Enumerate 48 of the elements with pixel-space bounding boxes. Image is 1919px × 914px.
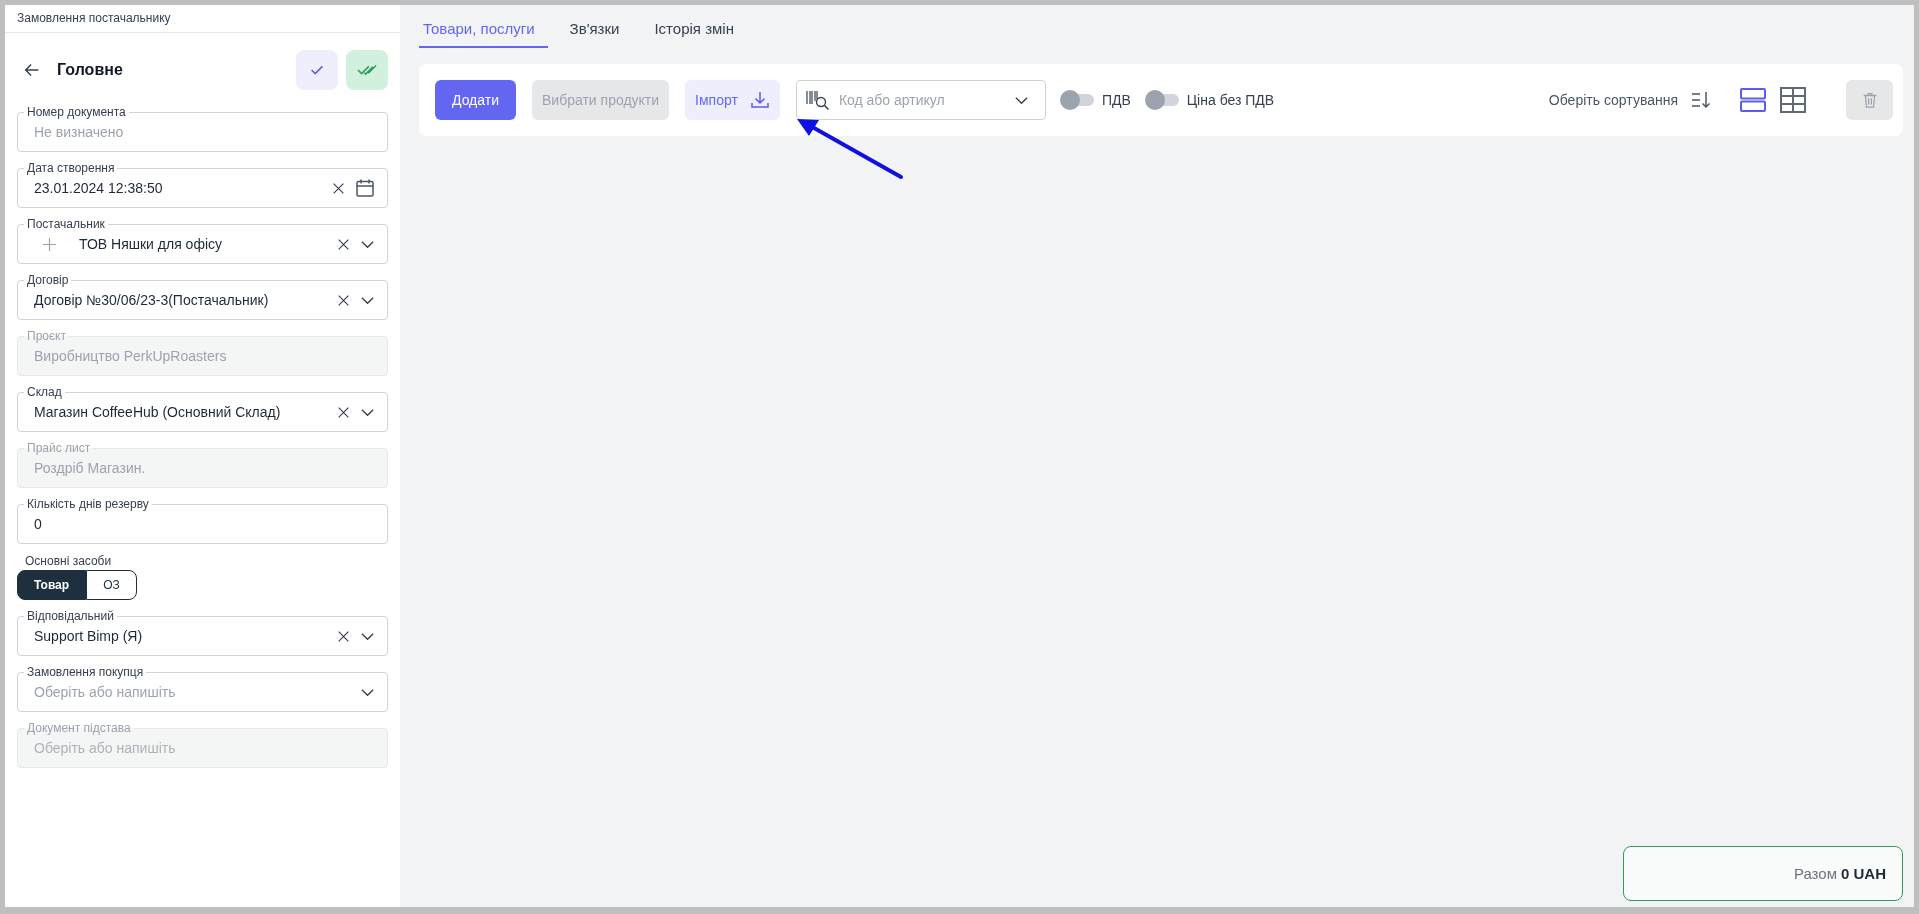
barcode-search-icon: [804, 89, 831, 111]
toggle-label: Ціна без ПДВ: [1186, 92, 1275, 108]
search-placeholder: Код або артикул: [838, 92, 945, 108]
segment-option[interactable]: Товар: [17, 570, 87, 600]
back-arrow-icon[interactable]: [23, 61, 41, 79]
field-placeholder: Оберіть або напишіть: [34, 684, 176, 700]
tab[interactable]: Товари, послуги: [419, 5, 548, 48]
toggle-label: ПДВ: [1101, 92, 1131, 108]
field-label: Документ підстава: [24, 721, 134, 735]
confirm-button[interactable]: [346, 50, 388, 90]
grid-view-icon[interactable]: [1780, 87, 1806, 113]
field-label: Замовлення покупця: [24, 665, 147, 679]
field-value: ТОВ Няшки для офісу: [79, 236, 223, 252]
add-button[interactable]: Додати: [435, 80, 516, 120]
field-placeholder: Не визначено: [34, 124, 124, 140]
field-label: Проєкт: [24, 329, 69, 343]
field-label: Основні засоби: [24, 554, 113, 568]
field-label: Відповідальний: [24, 609, 117, 623]
clear-icon[interactable]: [332, 181, 345, 195]
import-button[interactable]: Імпорт: [685, 80, 780, 120]
sort-icon[interactable]: [1690, 90, 1712, 110]
breadcrumb-title: Замовлення постачальнику: [5, 5, 400, 33]
field-label: Дата створення: [24, 161, 118, 175]
field-value: Магазин CoffeeHub (Основний Склад): [34, 404, 281, 420]
field-label: Договір: [24, 273, 72, 287]
field-label: Склад: [24, 385, 65, 399]
clear-icon[interactable]: [337, 405, 350, 419]
field-label: Номер документа: [24, 105, 129, 119]
sort-label[interactable]: Оберіть сортування: [1548, 92, 1678, 108]
field-value: 23.01.2024 12:38:50: [34, 180, 163, 196]
field-value: 0: [34, 516, 42, 532]
field-label: Кількість днів резерву: [24, 497, 152, 511]
clear-icon[interactable]: [337, 237, 350, 251]
field-value: Support Bimp (Я): [34, 628, 143, 644]
segment-option[interactable]: ОЗ: [86, 570, 137, 600]
field-label: Прайс лист: [24, 441, 94, 455]
total-summary: Разом 0 UAH: [1623, 846, 1903, 901]
tab[interactable]: Історія змін: [650, 5, 747, 48]
field-placeholder: Оберіть або напишіть: [34, 740, 176, 756]
field-label: Постачальник: [24, 217, 108, 231]
rows-view-icon[interactable]: [1740, 87, 1766, 113]
calendar-icon[interactable]: [355, 178, 375, 198]
section-title: Головне: [57, 61, 123, 79]
download-icon: [749, 90, 770, 110]
clear-icon[interactable]: [337, 293, 350, 307]
field-value: Договір №30/06/23-3(Постачальник): [34, 292, 269, 308]
clear-icon[interactable]: [337, 629, 350, 643]
tab[interactable]: Зв'язки: [565, 5, 633, 48]
